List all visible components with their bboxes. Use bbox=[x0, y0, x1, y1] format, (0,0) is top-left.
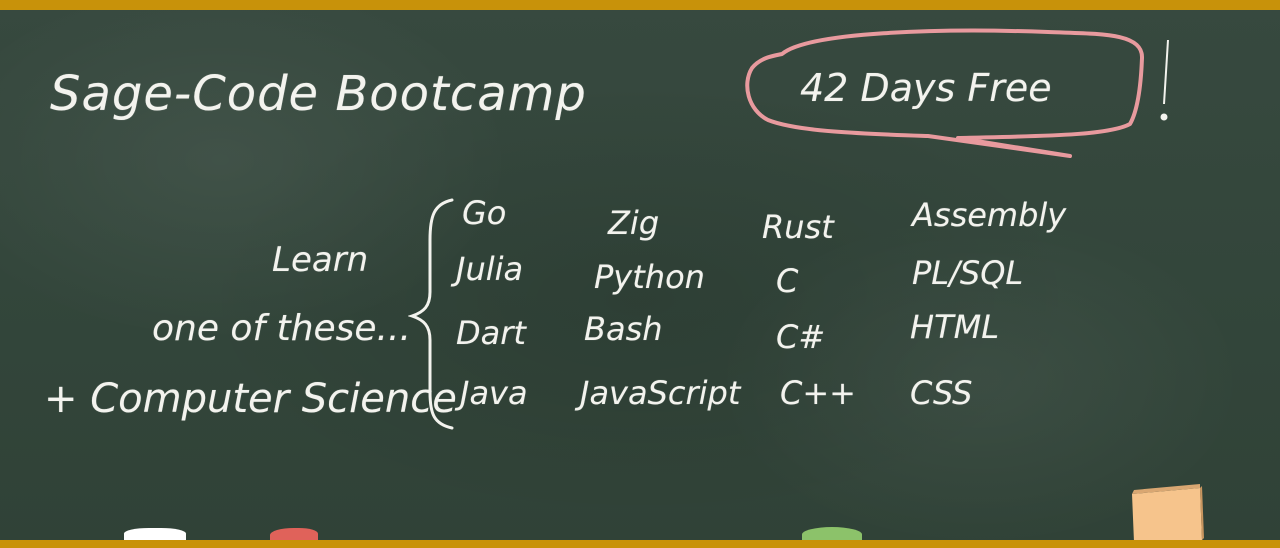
lang-python: Python bbox=[594, 258, 705, 296]
frame-top bbox=[0, 0, 1280, 10]
exclamation-icon bbox=[1160, 40, 1169, 121]
lang-css: CSS bbox=[910, 374, 973, 412]
lang-plsql: PL/SQL bbox=[912, 254, 1024, 292]
label-one-of-these: one of these... bbox=[152, 308, 411, 349]
lang-rust: Rust bbox=[762, 208, 834, 246]
lang-zig: Zig bbox=[608, 204, 660, 242]
lang-go: Go bbox=[462, 194, 507, 232]
lang-c: C bbox=[776, 262, 799, 300]
lang-cpp: C++ bbox=[780, 374, 856, 412]
lang-csharp: C# bbox=[776, 318, 826, 356]
lang-assembly: Assembly bbox=[912, 196, 1067, 234]
frame-bottom bbox=[0, 540, 1280, 548]
lang-javascript: JavaScript bbox=[580, 374, 741, 412]
lang-julia: Julia bbox=[456, 250, 524, 288]
lang-java: Java bbox=[460, 374, 528, 412]
lang-html: HTML bbox=[910, 308, 1000, 346]
curly-brace-icon bbox=[408, 198, 454, 430]
badge-text: 42 Days Free bbox=[800, 66, 1052, 110]
lang-bash: Bash bbox=[584, 310, 663, 348]
label-learn: Learn bbox=[272, 240, 369, 280]
lang-dart: Dart bbox=[456, 314, 526, 352]
board-title: Sage-Code Bootcamp bbox=[50, 66, 587, 122]
chalkboard: Sage-Code Bootcamp 42 Days Free Learn on… bbox=[0, 0, 1280, 548]
eraser-icon bbox=[1132, 484, 1204, 542]
label-computer-science: + Computer Science bbox=[44, 376, 457, 422]
